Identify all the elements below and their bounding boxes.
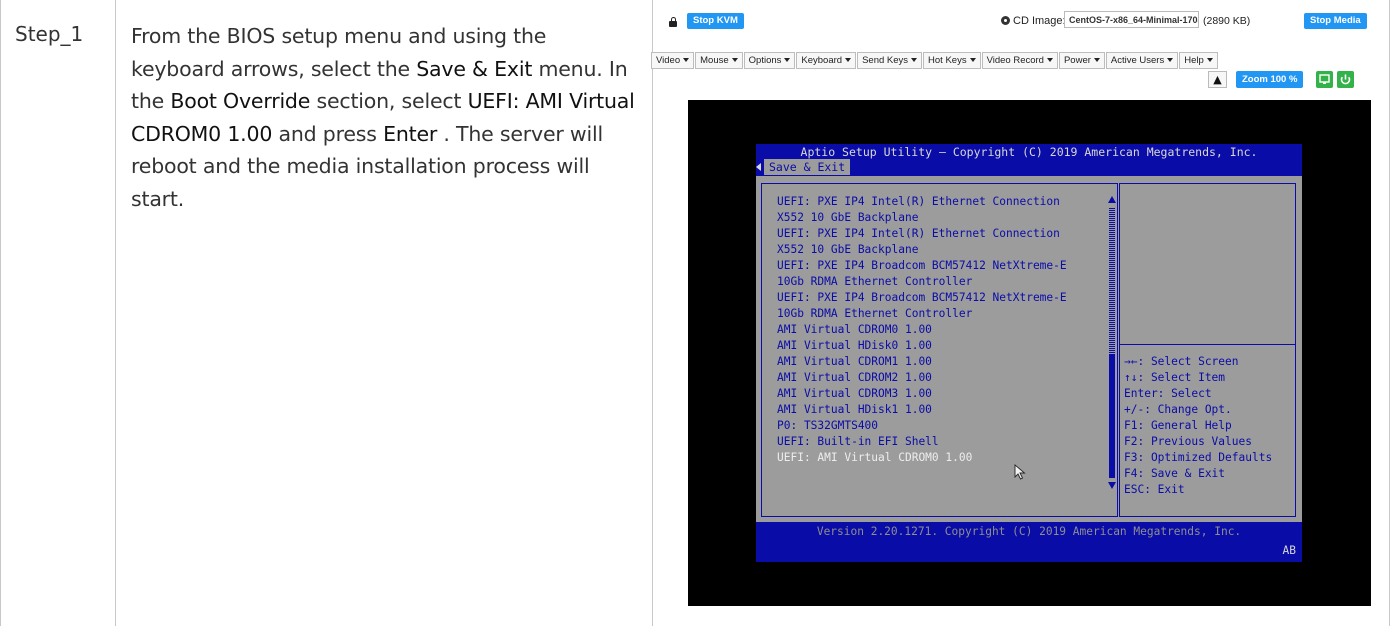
keyword-enter: Enter [383,121,438,146]
chevron-down-icon [1046,58,1053,62]
monitor-icon[interactable] [1316,71,1333,88]
boot-item[interactable]: UEFI: PXE IP4 Broadcom BCM57412 NetXtrem… [777,258,1067,274]
menu-help[interactable]: Help [1179,52,1218,69]
help-line: F2: Previous Values [1124,435,1252,448]
help-divider [1120,344,1295,345]
boot-items: UEFI: PXE IP4 Intel(R) Ethernet Connecti… [777,194,1067,466]
help-line: F4: Save & Exit [1124,467,1226,480]
help-line: →←: Select Screen [1124,355,1239,368]
boot-item[interactable]: AMI Virtual HDisk1 1.00 [777,402,1067,418]
cd-disc-icon [1001,16,1010,25]
boot-item[interactable]: 10Gb RDMA Ethernet Controller [777,306,1067,322]
menu-mouse[interactable]: Mouse [695,52,743,69]
boot-item[interactable]: X552 10 GbE Backplane [777,210,1067,226]
bios-footer: Version 2.20.1271. Copyright (C) 2019 Am… [756,522,1302,562]
menu-hot-keys[interactable]: Hot Keys [923,52,981,69]
boot-item[interactable]: UEFI: PXE IP4 Intel(R) Ethernet Connecti… [777,194,1067,210]
step-description: From the BIOS setup menu and using the k… [131,20,641,215]
scroll-down-icon [1108,482,1116,489]
menu-send-keys[interactable]: Send Keys [857,52,923,69]
menu-active-users[interactable]: Active Users [1105,52,1179,69]
table-border-right [1389,0,1390,626]
boot-item[interactable]: AMI Virtual CDROM3 1.00 [777,386,1067,402]
menu-options[interactable]: Options [743,52,796,69]
chevron-down-icon [1167,58,1174,62]
boot-item[interactable]: AMI Virtual HDisk0 1.00 [777,338,1067,354]
help-line: +/-: Change Opt. [1124,403,1232,416]
arrow-left-icon [756,163,761,171]
scrollbar[interactable] [1108,194,1116,489]
mouse-cursor-icon [1014,464,1026,484]
chevron-down-icon [1093,58,1100,62]
boot-item[interactable]: UEFI: PXE IP4 Intel(R) Ethernet Connecti… [777,226,1067,242]
kvm-console[interactable]: Aptio Setup Utility – Copyright (C) 2019… [688,100,1371,606]
cd-image-label: CD Image: [1001,13,1066,29]
chevron-down-icon [683,58,690,62]
help-line: ↑↓: Select Item [1124,371,1226,384]
stop-media-button[interactable]: Stop Media [1304,13,1367,29]
menu-power[interactable]: Power [1058,52,1105,69]
boot-item[interactable]: AMI Virtual CDROM1 1.00 [777,354,1067,370]
chevron-down-icon [731,58,738,62]
bios-title: Aptio Setup Utility – Copyright (C) 2019… [800,145,1258,159]
desc-text-4: and press [272,121,384,146]
chevron-down-icon [969,58,976,62]
table-border-left [0,0,1,626]
keyword-boot-override: Boot Override [170,89,311,113]
menu-video[interactable]: Video [651,52,695,69]
bios-tab-save-exit[interactable]: Save & Exit [764,159,851,175]
desc-text-3: section, select [310,89,468,113]
step-label: Step_1 [15,22,84,46]
boot-item[interactable]: UEFI: PXE IP4 Broadcom BCM57412 NetXtrem… [777,290,1067,306]
lock-icon [669,17,677,27]
bios-footer-code: AB [1282,544,1296,557]
boot-override-list: UEFI: PXE IP4 Intel(R) Ethernet Connecti… [761,183,1118,517]
chevron-down-icon [784,58,791,62]
iso-file-field[interactable]: CentOS-7-x86_64-Minimal-1708.iso [1064,11,1199,28]
step-table: Step_1 From the BIOS setup menu and usin… [0,0,1391,626]
help-line: F3: Optimized Defaults [1124,451,1273,464]
bios-version: Version 2.20.1271. Copyright (C) 2019 Am… [816,525,1242,538]
menu-keyboard[interactable]: Keyboard [796,52,857,69]
chevron-down-icon [911,58,918,62]
help-pane: →←: Select Screen ↑↓: Select Item Enter: S… [1119,183,1296,517]
scroll-up-icon [1108,196,1116,203]
kvm-screenshot: Stop KVM CD Image: CentOS-7-x86_64-Minim… [651,11,1374,613]
boot-item[interactable]: AMI Virtual CDROM0 1.00 [777,322,1067,338]
power-icon[interactable] [1337,71,1354,88]
help-line: ESC: Exit [1124,483,1185,496]
bios-screen: Aptio Setup Utility – Copyright (C) 2019… [756,144,1302,562]
iso-size: (2890 KB) [1203,15,1251,27]
help-line: Enter: Select [1124,387,1212,400]
table-divider-2 [652,0,653,626]
bios-header: Aptio Setup Utility – Copyright (C) 2019… [756,144,1302,176]
table-divider-1 [115,0,116,626]
kvm-topbar: Stop KVM CD Image: CentOS-7-x86_64-Minim… [664,11,1374,39]
warning-icon[interactable]: ▲ [1208,71,1227,88]
boot-item[interactable]: 10Gb RDMA Ethernet Controller [777,274,1067,290]
boot-item[interactable]: AMI Virtual CDROM2 1.00 [777,370,1067,386]
chevron-down-icon [845,58,852,62]
keyword-save-exit: Save & Exit [416,56,533,81]
boot-item[interactable]: P0: TS32GMTS400 [777,418,1067,434]
zoom-button[interactable]: Zoom 100 % [1236,71,1304,88]
help-line: F1: General Help [1124,419,1232,432]
menu-video-record[interactable]: Video Record [981,52,1058,69]
kvm-menubar: Video Mouse Options Keyboard Send Keys Hot Ke… [651,52,1219,69]
chevron-down-icon [1206,58,1213,62]
boot-item[interactable]: X552 10 GbE Backplane [777,242,1067,258]
stop-kvm-button[interactable]: Stop KVM [687,13,744,29]
help-keys: →←: Select Screen ↑↓: Select Item Enter: S… [1124,354,1272,498]
boot-item[interactable]: UEFI: Built-in EFI Shell [777,434,1067,450]
